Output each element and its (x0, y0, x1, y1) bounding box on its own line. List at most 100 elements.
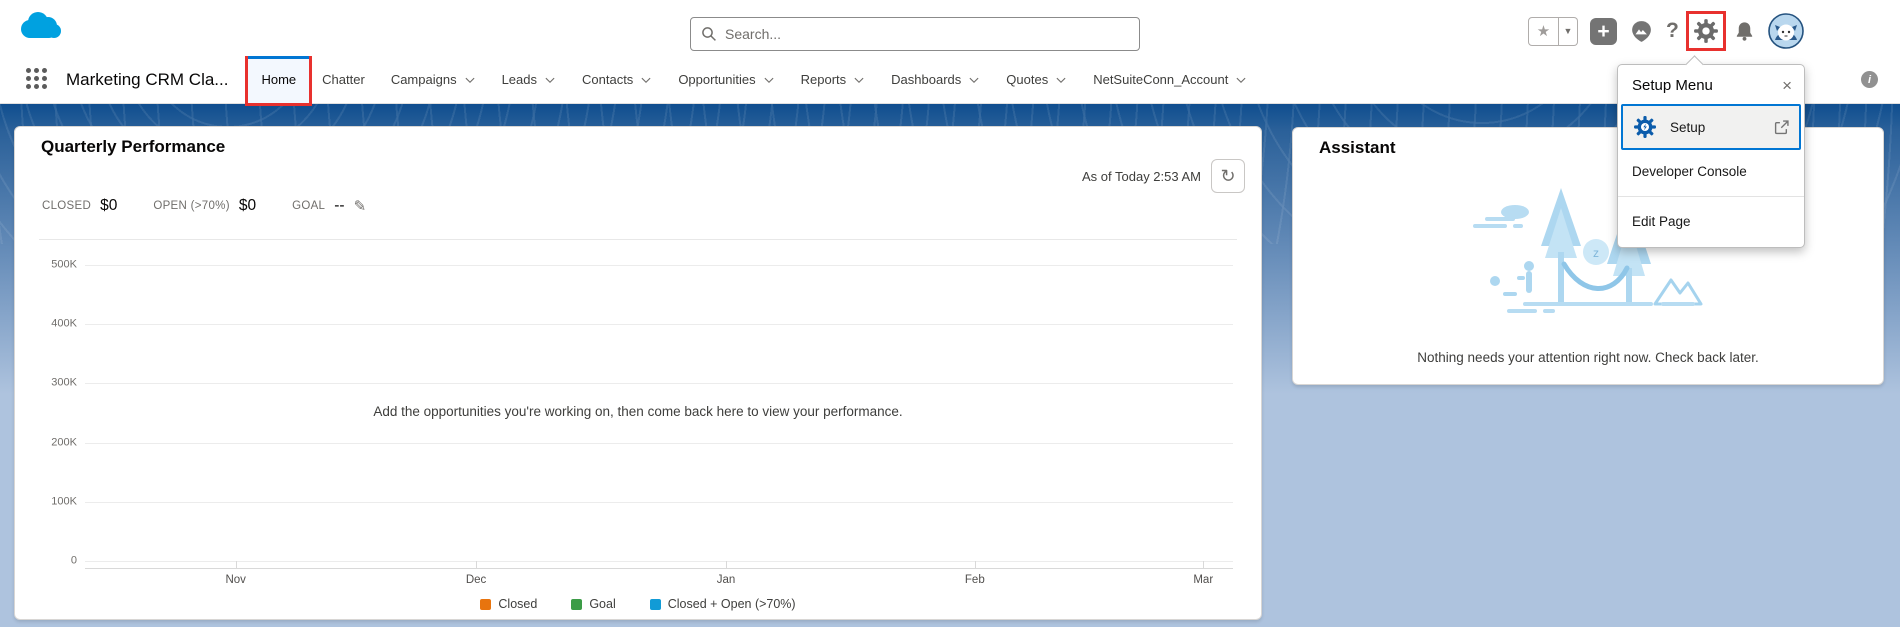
favorites-button: ★ ▼ (1528, 17, 1578, 46)
tab-home[interactable]: Home (248, 56, 309, 103)
app-name: Marketing CRM Cla... (66, 70, 228, 90)
stat-label: OPEN (>70%) (153, 200, 229, 212)
search-icon (701, 26, 717, 42)
chevron-down-icon (544, 74, 556, 86)
chevron-down-icon (640, 74, 652, 86)
app-nav-bar: Marketing CRM Cla... Home Chatter Campaign… (0, 56, 1900, 104)
menu-item-label: Setup (1670, 120, 1705, 135)
setup-gear-button[interactable] (1691, 16, 1721, 46)
stat-label: GOAL (292, 200, 325, 212)
stat-closed: CLOSED $0 (42, 197, 117, 215)
tab-campaigns[interactable]: Campaigns (378, 56, 489, 103)
tab-label: Opportunities (678, 72, 755, 87)
chevron-down-icon (853, 74, 865, 86)
chart-legend: Closed Goal Closed + Open (>70%) (15, 597, 1261, 611)
tab-netsuiteconn-account[interactable]: NetSuiteConn_Account (1080, 56, 1260, 103)
x-axis-label: Nov (225, 574, 245, 586)
chevron-down-icon (968, 74, 980, 86)
app-launcher-icon[interactable] (26, 68, 50, 92)
legend-label: Closed (498, 597, 537, 611)
setup-gear-icon (1693, 18, 1719, 44)
y-axis-label: 0 (39, 554, 77, 566)
stat-open-70: OPEN (>70%) $0 (153, 197, 256, 215)
tab-label: Leads (502, 72, 537, 87)
menu-item-label: Developer Console (1632, 164, 1747, 179)
menu-item-developer-console[interactable]: Developer Console (1618, 150, 1804, 193)
tab-reports[interactable]: Reports (788, 56, 879, 103)
refresh-icon: ↻ (1220, 166, 1235, 187)
trailhead-icon[interactable] (1629, 19, 1654, 44)
menu-divider (1618, 196, 1804, 197)
chevron-down-icon (1055, 74, 1067, 86)
performance-title: Quarterly Performance (41, 137, 225, 157)
nav-tabs: Home Chatter Campaigns Leads Contacts Opportu… (248, 56, 1260, 103)
x-axis-tick (476, 561, 477, 569)
y-axis-label: 400K (39, 318, 77, 330)
user-avatar[interactable] (1768, 13, 1804, 49)
tab-dashboards[interactable]: Dashboards (878, 56, 993, 103)
legend-label: Closed + Open (>70%) (668, 597, 796, 611)
setup-menu-header: Setup Menu × (1618, 65, 1804, 104)
x-axis-tick (726, 561, 727, 569)
gridline (85, 265, 1233, 266)
stat-value: $0 (239, 197, 256, 215)
tab-label: Chatter (322, 72, 365, 87)
global-actions-add-icon[interactable]: + (1590, 18, 1617, 45)
x-axis-tick (1203, 561, 1204, 569)
notifications-bell-icon[interactable] (1733, 20, 1756, 43)
tab-leads[interactable]: Leads (489, 56, 569, 103)
quarterly-performance-card: Quarterly Performance As of Today 2:53 A… (14, 126, 1262, 620)
setup-menu-popover: Setup Menu × Setup Developer Console Edit … (1617, 64, 1805, 248)
refresh-button[interactable]: ↻ (1211, 159, 1245, 193)
tab-label: Campaigns (391, 72, 457, 87)
chevron-down-icon (1235, 74, 1247, 86)
stat-value: $0 (100, 197, 117, 215)
menu-item-label: Edit Page (1632, 214, 1691, 229)
tab-quotes[interactable]: Quotes (993, 56, 1080, 103)
x-axis-label: Dec (466, 574, 486, 586)
stat-goal: GOAL -- ✎ (292, 197, 366, 215)
legend-label: Goal (589, 597, 615, 611)
gridline (85, 324, 1233, 325)
external-link-icon (1774, 120, 1789, 135)
y-axis-label: 200K (39, 436, 77, 448)
home-content: Quarterly Performance As of Today 2:53 A… (0, 104, 1900, 627)
gridline (85, 383, 1233, 384)
gridline (85, 502, 1233, 503)
legend-item-closed: Closed (480, 597, 537, 611)
search-input[interactable] (725, 26, 1129, 42)
x-axis-label: Feb (965, 574, 985, 586)
tab-label: Dashboards (891, 72, 961, 87)
edit-goal-pencil-icon[interactable]: ✎ (354, 197, 367, 215)
info-icon[interactable]: i (1861, 71, 1878, 88)
menu-item-edit-page[interactable]: Edit Page (1618, 200, 1804, 243)
favorites-caret-icon[interactable]: ▼ (1559, 17, 1578, 46)
tab-contacts[interactable]: Contacts (569, 56, 665, 103)
assistant-empty-message: Nothing needs your attention right now. … (1293, 350, 1883, 365)
setup-gear-icon (1633, 115, 1657, 139)
y-axis-label: 500K (39, 258, 77, 270)
favorites-star-icon[interactable]: ★ (1528, 17, 1559, 46)
setup-menu-items: Setup Developer Console Edit Page (1618, 104, 1804, 243)
tab-label: Contacts (582, 72, 633, 87)
salesforce-logo-icon (16, 9, 62, 48)
stat-label: CLOSED (42, 200, 91, 212)
tab-opportunities[interactable]: Opportunities (665, 56, 787, 103)
close-icon[interactable]: × (1782, 79, 1792, 93)
salesforce-home-screen: ★ ▼ + ? (0, 0, 1900, 627)
menu-item-setup[interactable]: Setup (1621, 104, 1801, 150)
stats-divider (39, 239, 1237, 240)
tab-label: Reports (801, 72, 847, 87)
x-axis-tick (975, 561, 976, 569)
y-axis-label: 300K (39, 377, 77, 389)
chevron-down-icon (464, 74, 476, 86)
asof-row: As of Today 2:53 AM ↻ (1082, 159, 1245, 193)
stat-value: -- (334, 197, 344, 215)
global-header: ★ ▼ + ? (0, 0, 1900, 56)
performance-chart: 500K400K300K200K100K0NovDecJanFebMar (39, 257, 1235, 597)
header-action-icons: ★ ▼ + ? (1528, 13, 1804, 49)
gridline (85, 561, 1233, 562)
help-icon[interactable]: ? (1666, 19, 1679, 43)
tab-chatter[interactable]: Chatter (309, 56, 378, 103)
asof-text: As of Today 2:53 AM (1082, 169, 1201, 184)
